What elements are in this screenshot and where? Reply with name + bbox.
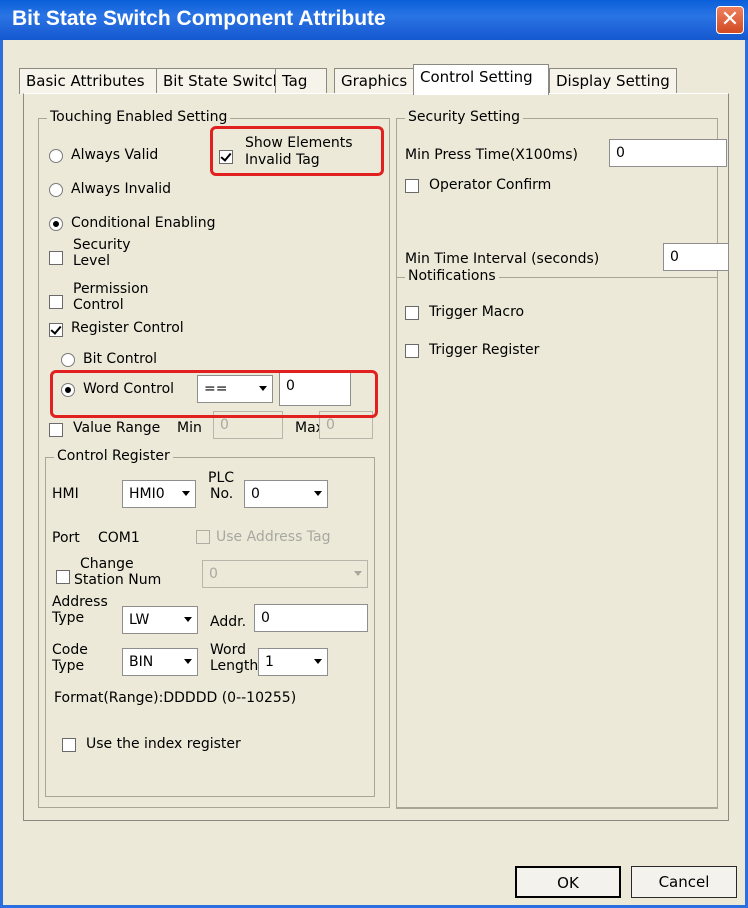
window-title: Bit State Switch Component Attribute bbox=[12, 7, 386, 30]
close-button[interactable]: ✕ bbox=[716, 6, 744, 34]
conditional-enabling-radio[interactable] bbox=[49, 217, 63, 231]
trigger-register-checkbox[interactable] bbox=[405, 344, 419, 358]
bit-control-radio[interactable] bbox=[61, 353, 75, 367]
cancel-button[interactable]: Cancel bbox=[631, 866, 737, 898]
tab-graphics[interactable]: Graphics bbox=[334, 68, 416, 94]
use-address-tag-label: Use Address Tag bbox=[216, 529, 331, 545]
station-num-select[interactable]: 0 bbox=[202, 560, 368, 588]
use-index-register-label: Use the index register bbox=[86, 736, 241, 752]
trigger-register-label: Trigger Register bbox=[429, 342, 540, 358]
trigger-macro-checkbox[interactable] bbox=[405, 306, 419, 320]
operator-confirm-checkbox[interactable] bbox=[405, 179, 419, 193]
addr-value: 0 bbox=[261, 610, 270, 626]
chevron-down-icon bbox=[184, 659, 192, 664]
chevron-down-icon bbox=[184, 617, 192, 622]
dialog-body: Basic Attributes Bit State Switch Tag Gr… bbox=[0, 40, 748, 908]
change-station-label-2: Station Num bbox=[74, 572, 162, 588]
use-address-tag-checkbox[interactable] bbox=[196, 530, 210, 544]
use-index-register-checkbox[interactable] bbox=[62, 738, 76, 752]
register-control-label: Register Control bbox=[71, 320, 184, 336]
port-value: COM1 bbox=[98, 530, 140, 546]
min-time-interval-label: Min Time Interval (seconds) bbox=[405, 251, 600, 267]
min-label: Min bbox=[177, 420, 202, 436]
permission-control-checkbox[interactable] bbox=[49, 295, 63, 309]
tab-bit-state-switch[interactable]: Bit State Switch bbox=[156, 68, 282, 94]
notifications-title: Notifications bbox=[405, 268, 499, 284]
permission-control-label-2: Control bbox=[73, 297, 124, 313]
cancel-label: Cancel bbox=[658, 873, 710, 891]
touching-enabled-group: Touching Enabled Setting Always Valid Sh… bbox=[38, 109, 390, 808]
min-time-interval-input[interactable]: 0 bbox=[663, 243, 729, 271]
chevron-down-icon bbox=[314, 659, 322, 664]
tab-control-setting[interactable]: Control Setting bbox=[413, 64, 549, 95]
tab-basic-attributes[interactable]: Basic Attributes bbox=[19, 68, 157, 94]
code-type-label-1: Code bbox=[52, 642, 88, 658]
chevron-down-icon bbox=[354, 571, 362, 576]
notifications-group: Notifications Trigger Macro Trigger Regi… bbox=[396, 268, 718, 809]
permission-control-label-1: Permission bbox=[73, 281, 149, 297]
port-label: Port bbox=[52, 530, 80, 546]
format-range-text: Format(Range):DDDDD (0--10255) bbox=[54, 690, 297, 706]
conditional-enabling-label: Conditional Enabling bbox=[71, 215, 216, 231]
control-setting-panel: Touching Enabled Setting Always Valid Sh… bbox=[23, 93, 729, 821]
word-length-label-1: Word bbox=[210, 642, 246, 658]
chevron-down-icon bbox=[182, 491, 190, 496]
value-range-label: Value Range bbox=[73, 420, 161, 436]
addr-input[interactable]: 0 bbox=[254, 604, 368, 632]
plc-no-label-2: No. bbox=[210, 486, 234, 502]
addr-label: Addr. bbox=[210, 614, 247, 630]
plc-no-value: 0 bbox=[251, 486, 260, 502]
word-length-value: 1 bbox=[265, 654, 274, 670]
bit-control-label: Bit Control bbox=[83, 351, 158, 367]
word-control-highlight bbox=[50, 370, 378, 418]
register-control-checkbox[interactable] bbox=[49, 323, 63, 337]
ok-label: OK bbox=[557, 874, 579, 892]
address-type-select[interactable]: LW bbox=[122, 606, 198, 634]
security-level-label-2: Level bbox=[73, 253, 110, 269]
word-length-label-2: Length bbox=[210, 658, 259, 674]
code-type-value: BIN bbox=[129, 654, 154, 670]
hmi-select[interactable]: HMI0 bbox=[122, 480, 196, 508]
always-valid-label: Always Valid bbox=[71, 147, 159, 163]
address-type-label-2: Type bbox=[52, 610, 85, 626]
show-elements-highlight bbox=[210, 126, 384, 176]
security-setting-group: Security Setting Min Press Time(X100ms) … bbox=[396, 109, 729, 809]
security-level-checkbox[interactable] bbox=[49, 251, 63, 265]
code-type-select[interactable]: BIN bbox=[122, 648, 198, 676]
hmi-value: HMI0 bbox=[129, 486, 165, 502]
operator-confirm-label: Operator Confirm bbox=[429, 177, 552, 193]
chevron-down-icon bbox=[314, 491, 322, 496]
plc-no-label-1: PLC bbox=[208, 470, 235, 486]
code-type-label-2: Type bbox=[52, 658, 85, 674]
ok-button[interactable]: OK bbox=[515, 866, 621, 898]
trigger-macro-label: Trigger Macro bbox=[429, 304, 525, 320]
change-station-checkbox[interactable] bbox=[56, 570, 70, 584]
always-invalid-radio[interactable] bbox=[49, 183, 63, 197]
station-value: 0 bbox=[209, 566, 218, 582]
min-press-time-label: Min Press Time(X100ms) bbox=[405, 147, 579, 163]
min-press-time-value: 0 bbox=[616, 145, 625, 161]
value-range-checkbox[interactable] bbox=[49, 423, 63, 437]
min-value: 0 bbox=[220, 417, 229, 433]
min-press-time-input[interactable]: 0 bbox=[609, 139, 727, 167]
tab-tag[interactable]: Tag bbox=[275, 68, 327, 94]
change-station-label-1: Change bbox=[80, 556, 134, 572]
plc-no-select[interactable]: 0 bbox=[244, 480, 328, 508]
security-setting-title: Security Setting bbox=[405, 109, 524, 125]
security-level-label-1: Security bbox=[73, 237, 131, 253]
title-bar: Bit State Switch Component Attribute ✕ bbox=[0, 0, 748, 40]
touching-enabled-title: Touching Enabled Setting bbox=[47, 109, 231, 125]
always-invalid-label: Always Invalid bbox=[71, 181, 172, 197]
max-value: 0 bbox=[326, 417, 335, 433]
hmi-label: HMI bbox=[52, 486, 79, 502]
min-time-interval-value: 0 bbox=[670, 249, 679, 265]
control-register-group: Control Register HMI HMI0 PLC No. 0 Port… bbox=[45, 448, 375, 797]
address-type-value: LW bbox=[129, 612, 150, 628]
word-length-select[interactable]: 1 bbox=[258, 648, 328, 676]
address-type-label-1: Address bbox=[52, 594, 108, 610]
control-register-title: Control Register bbox=[54, 448, 173, 464]
always-valid-radio[interactable] bbox=[49, 149, 63, 163]
tab-display-setting[interactable]: Display Setting bbox=[549, 68, 677, 94]
